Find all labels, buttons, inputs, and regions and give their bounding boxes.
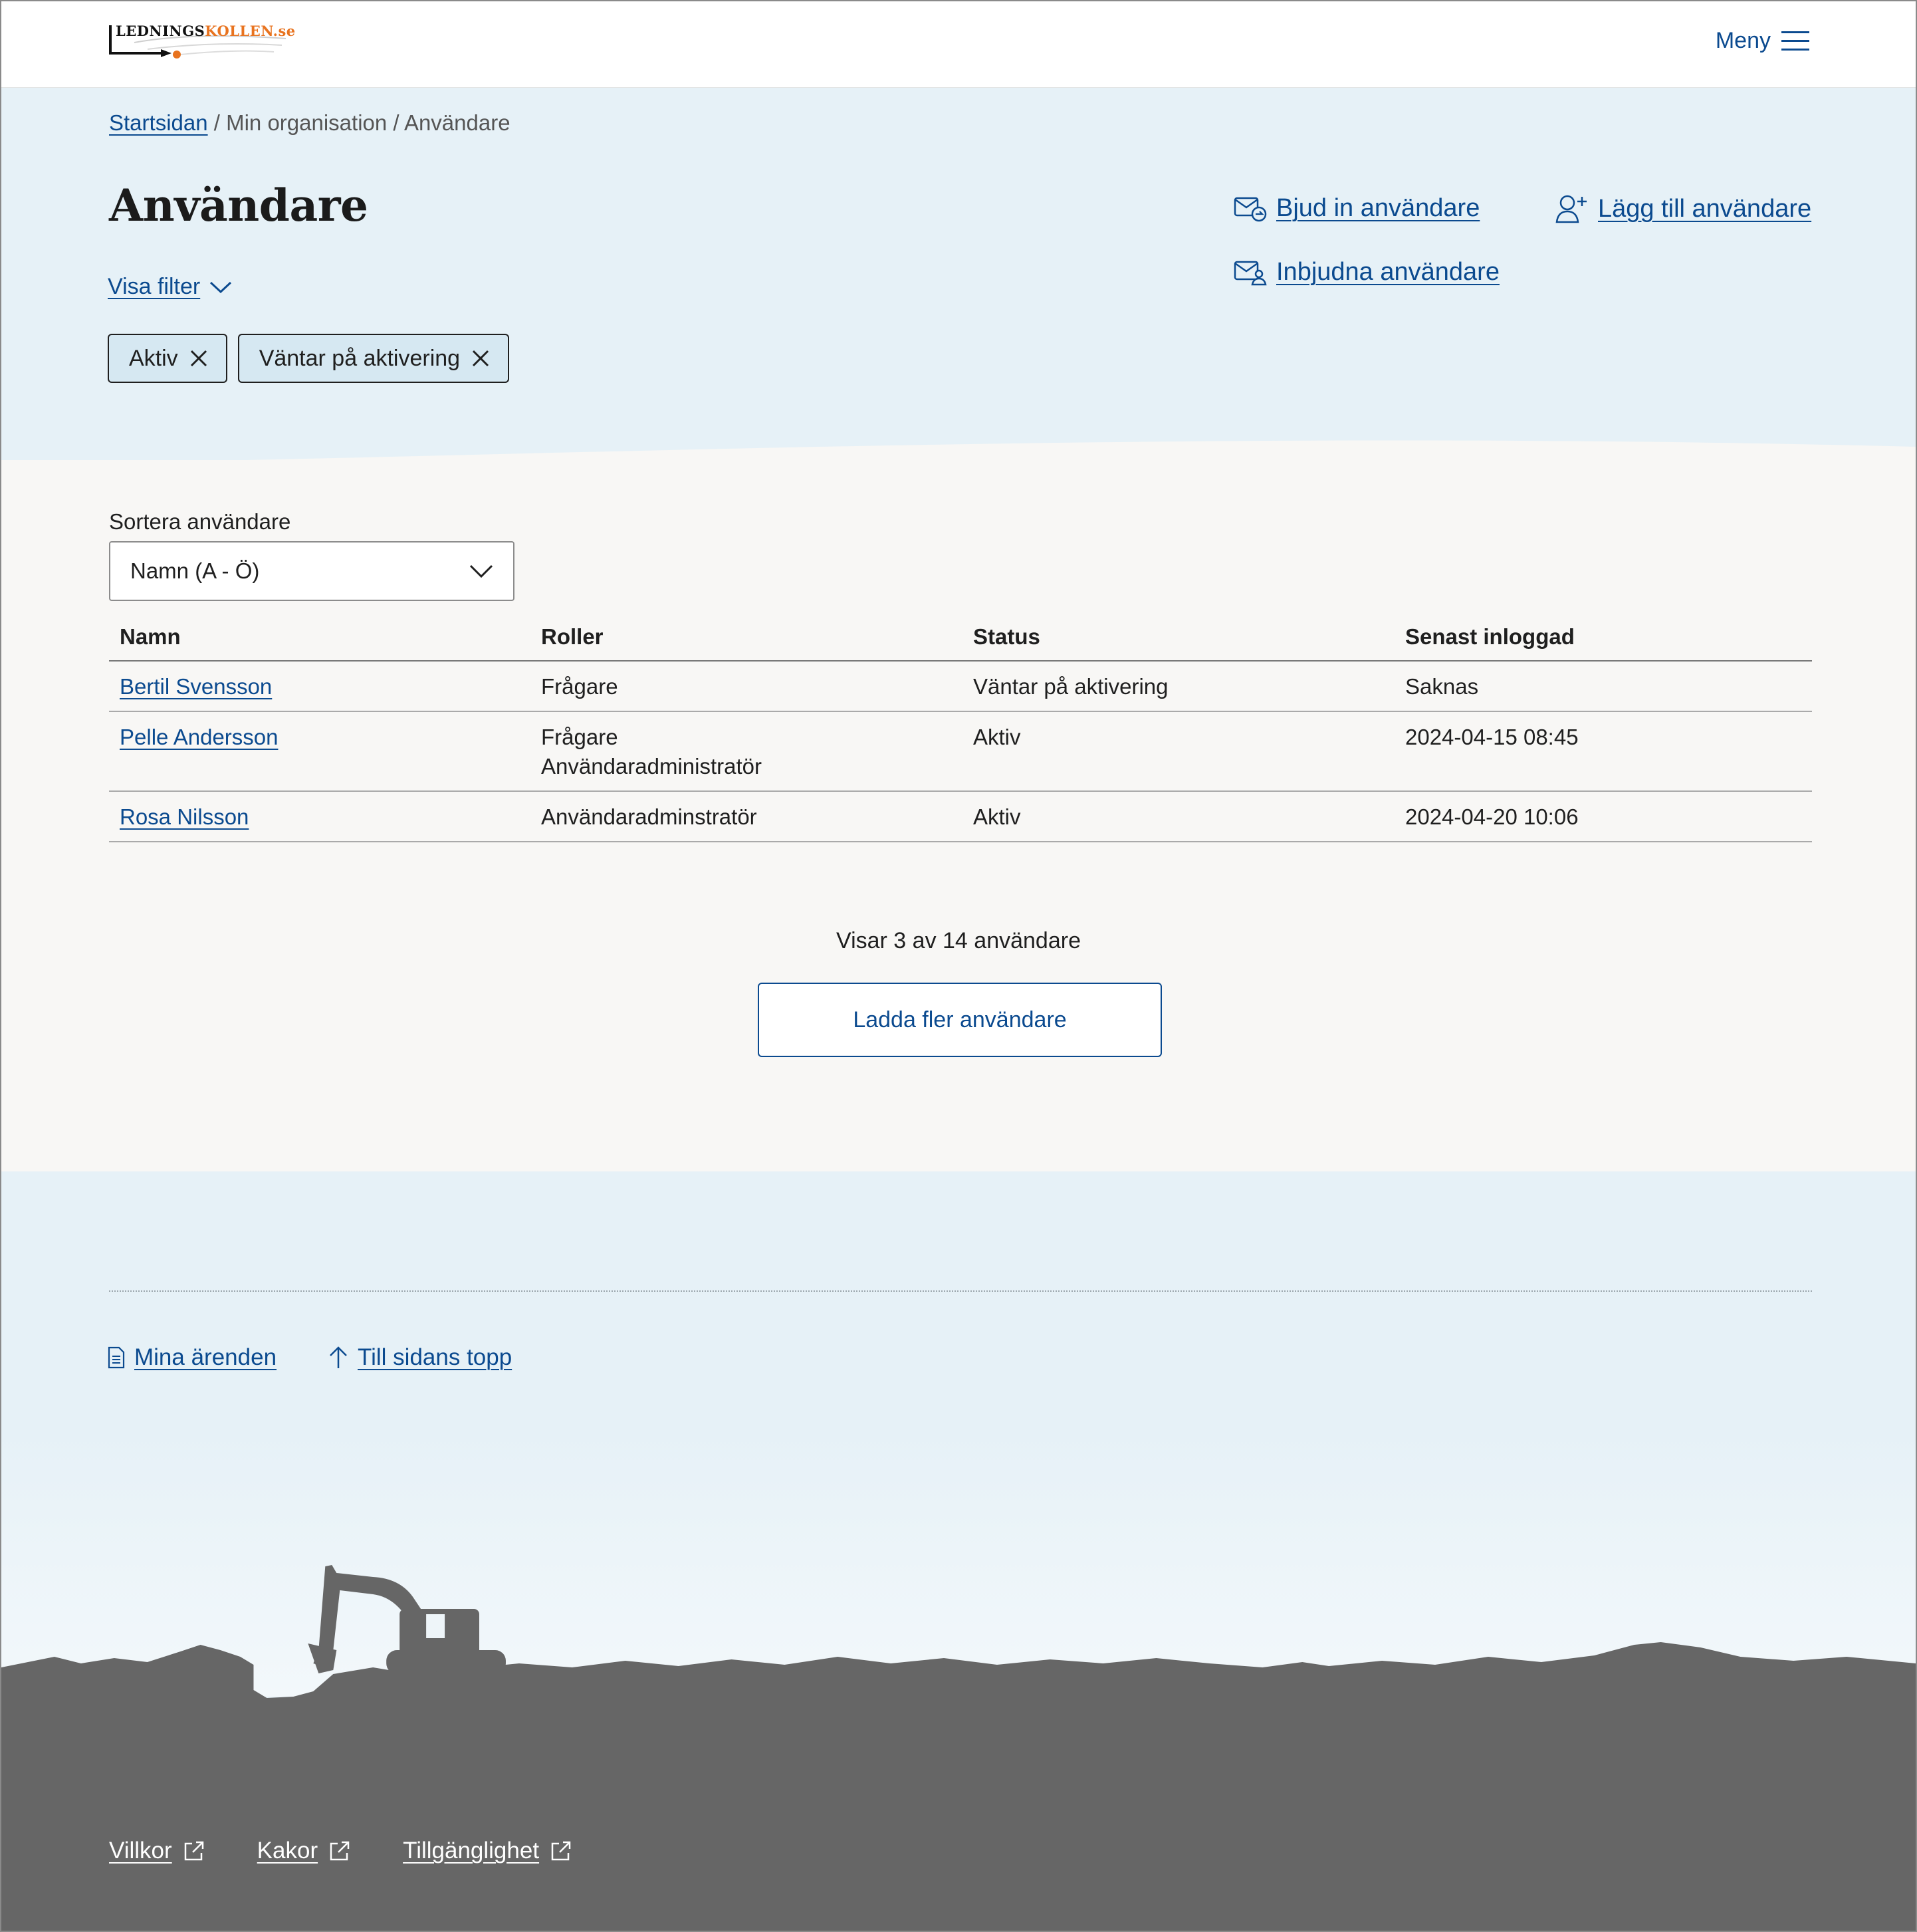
user-link[interactable]: Bertil Svensson — [120, 674, 272, 699]
sort-select[interactable]: Namn (A - Ö) — [109, 541, 514, 601]
excavator-illustration — [308, 1565, 506, 1674]
accessibility-label: Tillgänglighet — [403, 1838, 540, 1864]
filter-chip-label: Aktiv — [129, 345, 178, 371]
my-cases-label: Mina ärenden — [134, 1344, 277, 1370]
cell-name: Bertil Svensson — [109, 661, 530, 712]
logo-text-part2: KOLLEN.se — [205, 23, 296, 39]
sort-selected-value: Namn (A - Ö) — [130, 558, 260, 583]
load-more-button[interactable]: Ladda fler användare — [758, 983, 1162, 1057]
footer-divider — [109, 1290, 1812, 1292]
results-count: Visar 3 av 14 användare — [836, 928, 1081, 953]
logo-text-part1: LEDNINGS — [116, 23, 205, 39]
terms-link[interactable]: Villkor — [109, 1838, 205, 1864]
my-cases-link[interactable]: Mina ärenden — [108, 1344, 277, 1371]
page-frame: LEDNINGSKOLLEN.se Meny Startsidan / Min … — [0, 0, 1917, 1932]
column-header-roles[interactable]: Roller — [530, 613, 962, 662]
column-header-last-login[interactable]: Senast inloggad — [1395, 613, 1812, 662]
accessibility-link[interactable]: Tillgänglighet — [403, 1838, 572, 1864]
breadcrumb: Startsidan / Min organisation / Användar… — [109, 110, 510, 136]
sort-label: Sortera användare — [109, 509, 291, 534]
column-header-status[interactable]: Status — [962, 613, 1395, 662]
site-logo[interactable]: LEDNINGSKOLLEN.se — [108, 23, 295, 62]
table-header-row: Namn Roller Status Senast inloggad — [109, 613, 1812, 662]
role-item: Frågare — [541, 725, 618, 749]
legal-links: Villkor Kakor Tillgänglighet — [109, 1838, 572, 1864]
close-icon — [190, 350, 207, 367]
users-table: Namn Roller Status Senast inloggad Berti… — [109, 613, 1812, 842]
invite-user-label: Bjud in användare — [1276, 194, 1480, 222]
cell-roles: Frågare — [530, 661, 962, 712]
add-user-link[interactable]: Lägg till användare — [1555, 194, 1811, 223]
external-link-icon — [551, 1841, 571, 1861]
table-row: Rosa Nilsson Användaradminstratör Aktiv … — [109, 791, 1812, 842]
external-link-icon — [330, 1841, 350, 1861]
site-header: LEDNINGSKOLLEN.se Meny — [1, 1, 1916, 88]
mail-send-icon — [1234, 197, 1267, 221]
filter-chip-aktiv[interactable]: Aktiv — [108, 334, 227, 383]
cookies-link[interactable]: Kakor — [257, 1838, 351, 1864]
hamburger-icon — [1781, 31, 1809, 51]
cell-roles: Användaradminstratör — [530, 791, 962, 842]
breadcrumb-home-link[interactable]: Startsidan — [109, 110, 208, 135]
chevron-down-icon — [210, 281, 232, 293]
breadcrumb-separator: / — [207, 110, 227, 135]
user-link[interactable]: Rosa Nilsson — [120, 804, 249, 829]
filter-chip-vantar[interactable]: Väntar på aktivering — [237, 334, 510, 383]
breadcrumb-separator: / — [387, 110, 404, 135]
cell-last-login: Saknas — [1395, 661, 1812, 712]
active-filter-chips: Aktiv Väntar på aktivering — [108, 334, 510, 383]
page-title: Användare — [109, 180, 368, 231]
logo-text: LEDNINGSKOLLEN.se — [116, 23, 296, 39]
mail-user-icon — [1234, 261, 1267, 285]
cell-status: Väntar på aktivering — [962, 661, 1395, 712]
cell-roles: Frågare Användaradministratör — [530, 711, 962, 792]
cell-name: Pelle Andersson — [109, 711, 530, 792]
wave-divider-bottom — [1, 1132, 1916, 1171]
menu-label: Meny — [1715, 28, 1771, 53]
add-user-icon — [1555, 195, 1587, 223]
invite-user-link[interactable]: Bjud in användare — [1234, 194, 1480, 223]
show-filter-toggle[interactable]: Visa filter — [108, 274, 232, 300]
document-icon — [108, 1346, 125, 1369]
back-to-top-label: Till sidans topp — [358, 1344, 512, 1370]
filter-chip-label: Väntar på aktivering — [259, 345, 461, 371]
close-icon — [473, 350, 489, 367]
external-link-icon — [184, 1841, 203, 1861]
terms-label: Villkor — [109, 1838, 172, 1864]
menu-button[interactable]: Meny — [1716, 28, 1809, 54]
breadcrumb-current: Användare — [403, 110, 510, 135]
table-row: Bertil Svensson Frågare Väntar på aktive… — [109, 661, 1812, 712]
role-item: Användaradministratör — [541, 754, 762, 779]
back-to-top-link[interactable]: Till sidans topp — [328, 1344, 512, 1371]
add-user-label: Lägg till användare — [1598, 194, 1812, 223]
show-filter-label: Visa filter — [108, 274, 201, 299]
table-row: Pelle Andersson Frågare Användaradminist… — [109, 711, 1812, 792]
wave-divider-top — [1, 440, 1916, 467]
role-item: Användaradminstratör — [541, 804, 757, 829]
invited-users-label: Inbjudna användare — [1276, 258, 1500, 286]
cell-status: Aktiv — [962, 791, 1395, 842]
arrow-up-icon — [330, 1346, 347, 1368]
cell-last-login: 2024-04-20 10:06 — [1395, 791, 1812, 842]
breadcrumb-org: Min organisation — [226, 110, 388, 135]
footer-nav: Mina ärenden Till sidans topp — [108, 1344, 512, 1371]
column-header-name[interactable]: Namn — [109, 613, 530, 662]
chevron-down-icon — [469, 564, 493, 578]
cookies-label: Kakor — [257, 1838, 318, 1864]
user-link[interactable]: Pelle Andersson — [120, 725, 279, 749]
ground-silhouette — [1, 1565, 1916, 1931]
invited-users-link[interactable]: Inbjudna användare — [1234, 258, 1500, 287]
cell-status: Aktiv — [962, 711, 1395, 792]
cell-last-login: 2024-04-15 08:45 — [1395, 711, 1812, 792]
cell-name: Rosa Nilsson — [109, 791, 530, 842]
role-item: Frågare — [541, 674, 618, 699]
